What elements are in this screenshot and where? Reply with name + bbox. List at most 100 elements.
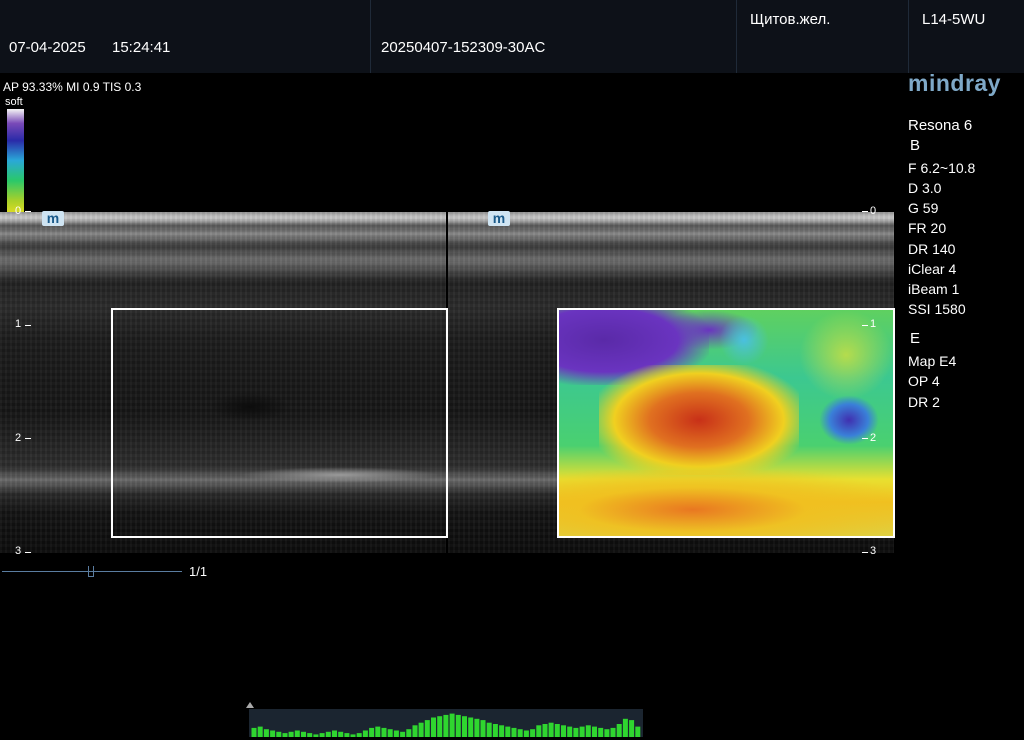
brand-logo: mindray <box>908 70 1001 96</box>
b-param-dynamic-range[interactable]: DR 140 <box>908 241 955 257</box>
e-mode-label[interactable]: E <box>910 330 920 347</box>
exam-id: 20250407-152309-30AC <box>381 39 546 56</box>
histogram-bar <box>350 734 356 737</box>
m-marker-icon[interactable]: m <box>42 211 64 226</box>
histogram-bar <box>561 725 566 737</box>
b-param-gain[interactable]: G 59 <box>908 200 938 216</box>
header-divider <box>908 0 909 73</box>
histogram-bar <box>400 731 406 737</box>
depth-mark: 2 <box>870 432 877 444</box>
histogram-bar <box>523 730 529 737</box>
histogram-bar <box>598 727 604 737</box>
histogram-bar <box>294 730 300 737</box>
histogram-bar <box>263 729 269 737</box>
histogram-bar <box>393 730 399 737</box>
histogram-bar <box>313 734 319 737</box>
cine-position-marker[interactable] <box>88 566 94 577</box>
histogram-bar <box>455 714 461 737</box>
histogram-bar <box>251 727 257 737</box>
histogram-bar <box>257 726 263 737</box>
m-marker-icon[interactable]: m <box>488 211 510 226</box>
histogram-bar <box>319 733 325 737</box>
acoustic-output-info: AP 93.33% MI 0.9 TIS 0.3 <box>3 80 142 94</box>
histogram-bar <box>276 731 282 737</box>
histogram-bar <box>437 716 443 737</box>
b-param-ibeam[interactable]: iBeam 1 <box>908 281 959 297</box>
histogram-bar <box>517 729 523 737</box>
histogram-bar <box>536 725 542 737</box>
cine-histogram[interactable] <box>249 709 643 737</box>
b-param-ssi[interactable]: SSI 1580 <box>908 301 966 317</box>
histogram-bar <box>282 733 288 737</box>
header-divider <box>370 0 371 73</box>
depth-mark: 3 <box>870 545 877 557</box>
exam-date: 07-04-2025 <box>9 39 86 56</box>
histogram-bar <box>332 730 337 737</box>
histogram-bar <box>480 720 486 737</box>
histogram-bar <box>375 726 381 737</box>
depth-mark: 2 <box>15 432 22 444</box>
histogram-axis-arrow-icon <box>246 702 254 708</box>
histogram-bar <box>530 729 536 737</box>
histogram-bar <box>622 718 628 737</box>
depth-mark: 0 <box>870 205 877 217</box>
exam-time: 15:24:41 <box>112 39 171 56</box>
histogram-bar <box>462 716 467 737</box>
histogram-chart <box>251 713 641 737</box>
histogram-bar <box>542 724 548 737</box>
b-param-iclear[interactable]: iClear 4 <box>908 261 956 277</box>
histogram-bar <box>412 725 418 737</box>
histogram-bar <box>369 727 375 737</box>
depth-mark: 3 <box>15 545 22 557</box>
histogram-bar <box>344 733 350 737</box>
histogram-bar <box>270 730 276 737</box>
e-param-op[interactable]: OP 4 <box>908 373 940 389</box>
histogram-bar <box>486 722 492 737</box>
histogram-bar <box>492 724 498 737</box>
histogram-bar <box>505 726 511 737</box>
elastography-roi-box[interactable] <box>557 308 895 538</box>
histogram-bar <box>301 731 306 737</box>
histogram-bar <box>554 724 560 737</box>
histogram-bar <box>449 713 455 737</box>
b-param-depth[interactable]: D 3.0 <box>908 180 941 196</box>
histogram-bar <box>288 731 294 737</box>
histogram-bar <box>499 725 505 737</box>
depth-mark: 1 <box>15 318 22 330</box>
b-mode-label[interactable]: B <box>910 137 920 154</box>
histogram-bar <box>406 729 412 737</box>
histogram-bar <box>511 727 517 737</box>
histogram-bar <box>431 717 436 737</box>
histogram-bar <box>635 726 641 737</box>
histogram-bar <box>338 731 344 737</box>
depth-mark: 1 <box>870 318 877 330</box>
e-param-map[interactable]: Map E4 <box>908 353 956 369</box>
probe-name[interactable]: L14-5WU <box>922 11 985 28</box>
organ-preset[interactable]: Щитов.жел. <box>750 11 830 28</box>
histogram-bar <box>616 724 622 737</box>
histogram-bar <box>381 727 387 737</box>
histogram-bar <box>579 726 585 737</box>
header-bar: 07-04-2025 15:24:41 20250407-152309-30AC… <box>0 0 1024 73</box>
e-param-dr[interactable]: DR 2 <box>908 394 940 410</box>
histogram-bar <box>387 729 393 737</box>
histogram-bar <box>307 733 313 737</box>
b-param-frequency[interactable]: F 6.2~10.8 <box>908 160 975 176</box>
frame-counter: 1/1 <box>189 564 208 579</box>
histogram-bar <box>474 718 480 737</box>
histogram-bar <box>567 726 573 737</box>
histogram-bar <box>548 722 554 737</box>
histogram-bar <box>629 720 635 737</box>
histogram-bar <box>443 714 449 737</box>
b-mode-roi-box[interactable] <box>111 308 448 538</box>
histogram-bar <box>418 722 424 737</box>
histogram-bar <box>362 730 368 737</box>
b-param-frame-rate[interactable]: FR 20 <box>908 220 946 236</box>
histogram-bar <box>424 720 430 737</box>
histogram-bar <box>592 726 597 737</box>
header-divider <box>736 0 737 73</box>
colorbar-top-label: soft <box>5 96 23 108</box>
model-name: Resona 6 <box>908 117 973 134</box>
histogram-bar <box>468 717 474 737</box>
histogram-bar <box>356 733 362 737</box>
